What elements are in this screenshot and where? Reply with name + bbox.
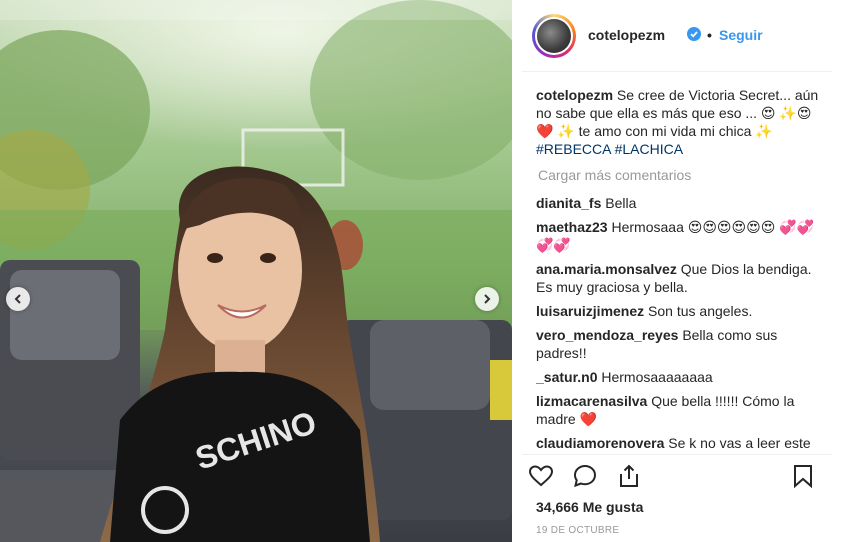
hashtag-rebecca[interactable]: #REBECCA <box>536 141 611 157</box>
comment-username[interactable]: _satur.n0 <box>536 369 597 385</box>
chevron-right-icon <box>484 294 491 304</box>
comments-list[interactable]: cotelopezm Se cree de Victoria Secret...… <box>536 86 828 450</box>
load-more-comments-button[interactable]: Cargar más comentarios <box>538 166 828 184</box>
hashtag-lachica[interactable]: #LACHICA <box>615 141 683 157</box>
likes-count[interactable]: 34,666 Me gusta <box>536 499 643 515</box>
post-photo[interactable]: SCHINO <box>0 0 512 542</box>
comment-username[interactable]: claudiamorenovera <box>536 435 664 450</box>
separator-dot: • <box>707 27 712 43</box>
photo-illustration: SCHINO <box>0 0 512 542</box>
comment-text: Se k no vas a leer este <box>668 435 811 450</box>
comment-username[interactable]: luisaruizjimenez <box>536 303 644 319</box>
comment-username[interactable]: maethaz23 <box>536 219 608 235</box>
list-item: _satur.n0 Hermosaaaaaaaa <box>536 368 828 386</box>
comment-text: Bella <box>605 195 637 211</box>
list-item: dianita_fs Bella <box>536 194 828 212</box>
heart-emoji: ❤️ <box>536 123 554 139</box>
comment-text: Hermosaaaaaaaa <box>601 369 713 385</box>
comment-username[interactable]: dianita_fs <box>536 195 601 211</box>
comment-username[interactable]: lizmacarenasilva <box>536 393 647 409</box>
avatar-image <box>535 17 573 55</box>
comment-username[interactable]: ana.maria.monsalvez <box>536 261 677 277</box>
comment-username[interactable]: vero_mendoza_reyes <box>536 327 678 343</box>
post-date[interactable]: 19 DE OCTUBRE <box>536 525 619 536</box>
prev-photo-button[interactable] <box>6 287 30 311</box>
caption-text-2: ✨ te amo con mi vida mi chica ✨ <box>557 123 773 139</box>
list-item: vero_mendoza_reyes Bella como sus padres… <box>536 326 828 362</box>
list-item: lizmacarenasilva Que bella !!!!!! Cómo l… <box>536 392 828 428</box>
list-item: luisaruizjimenez Son tus angeles. <box>536 302 828 320</box>
caption: cotelopezm Se cree de Victoria Secret...… <box>536 86 828 158</box>
next-photo-button[interactable] <box>475 287 499 311</box>
list-item: maethaz23 Hermosaaa 😍😍😍😍😍😍 💞💞💞💞 <box>536 218 828 254</box>
header-username[interactable]: cotelopezm <box>588 27 665 43</box>
action-bar: 34,666 Me gusta 19 DE OCTUBRE <box>522 454 832 542</box>
comment-text: Son tus angeles. <box>648 303 753 319</box>
heart-outline-icon[interactable] <box>528 463 554 489</box>
heart-emoji: ❤️ <box>579 411 598 427</box>
post-header: cotelopezm • Seguir <box>522 0 832 72</box>
chevron-left-icon <box>14 294 21 304</box>
post-sidebar: cotelopezm • Seguir cotelopezm Se cree d… <box>512 0 845 542</box>
caption-username[interactable]: cotelopezm <box>536 87 613 103</box>
list-item: ana.maria.monsalvez Que Dios la bendiga.… <box>536 260 828 296</box>
bookmark-icon[interactable] <box>790 463 816 489</box>
follow-button[interactable]: Seguir <box>719 27 763 43</box>
verified-badge-icon <box>687 27 701 41</box>
speech-bubble-icon[interactable] <box>572 463 598 489</box>
list-item: claudiamorenovera Se k no vas a leer est… <box>536 434 828 450</box>
share-icon[interactable] <box>616 463 642 489</box>
avatar[interactable] <box>532 14 576 58</box>
